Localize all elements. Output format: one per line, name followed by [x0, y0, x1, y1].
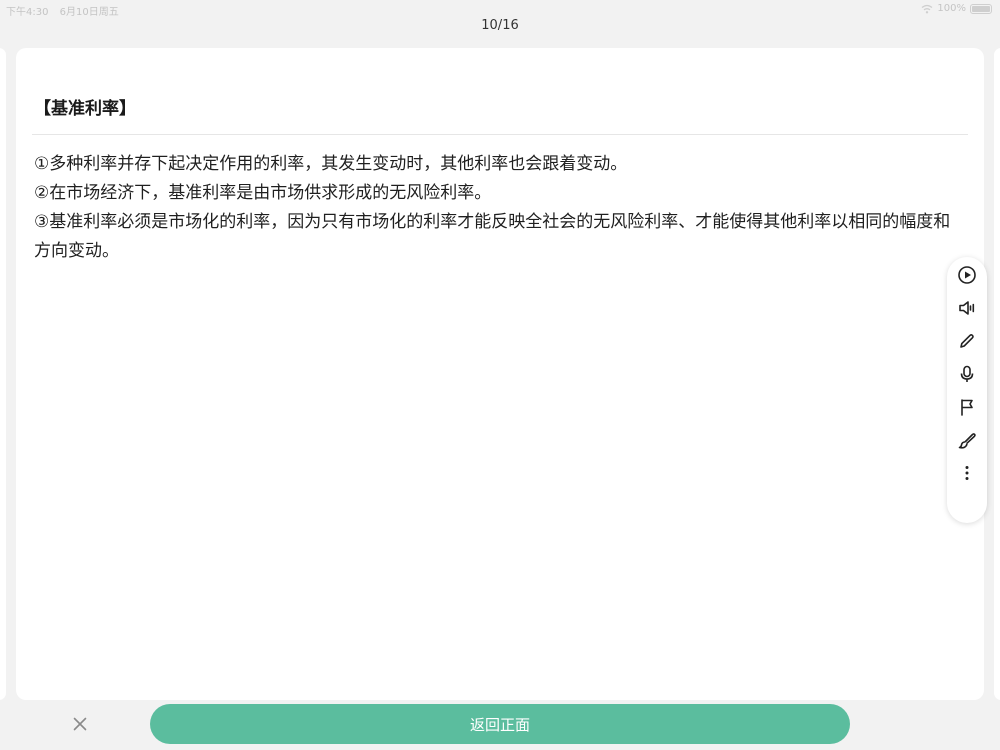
- status-bar: 下午4:30 6月10日周五 100%: [0, 0, 1000, 18]
- previous-card-peek[interactable]: [0, 48, 6, 700]
- status-time: 下午4:30: [6, 7, 49, 18]
- card-title: 【基准利率】: [34, 99, 136, 119]
- battery-fill: [972, 5, 990, 12]
- title-divider: [32, 134, 968, 135]
- speaker-icon[interactable]: [955, 296, 979, 320]
- battery-icon: [970, 3, 992, 14]
- bottom-bar: 返回正面: [0, 700, 1000, 750]
- page-counter: 10/16: [481, 18, 519, 33]
- card-line-3: ③基准利率必须是市场化的利率，因为只有市场化的利率才能反映全社会的无风险利率、才…: [34, 212, 951, 261]
- pencil-icon[interactable]: [955, 329, 979, 353]
- card-line-1: ①多种利率并存下起决定作用的利率，其发生变动时，其他利率也会跟着变动。: [34, 154, 628, 174]
- microphone-icon[interactable]: [955, 362, 979, 386]
- card-body: ①多种利率并存下起决定作用的利率，其发生变动时，其他利率也会跟着变动。 ②在市场…: [34, 150, 958, 266]
- next-card-peek[interactable]: [994, 48, 1000, 700]
- status-right: 100%: [921, 3, 992, 14]
- brush-icon[interactable]: [955, 428, 979, 452]
- more-vertical-icon[interactable]: [955, 461, 979, 485]
- flashcard-back: 【基准利率】 ①多种利率并存下起决定作用的利率，其发生变动时，其他利率也会跟着变…: [16, 48, 984, 700]
- card-line-2: ②在市场经济下，基准利率是由市场供求形成的无风险利率。: [34, 183, 492, 203]
- flag-icon[interactable]: [955, 395, 979, 419]
- status-left: 下午4:30 6月10日周五: [6, 3, 127, 18]
- close-icon[interactable]: [70, 714, 90, 734]
- side-toolbar: [947, 257, 987, 523]
- play-circle-icon[interactable]: [955, 263, 979, 287]
- back-to-front-button[interactable]: 返回正面: [150, 704, 850, 744]
- status-date: 6月10日周五: [59, 7, 119, 18]
- wifi-icon: [922, 4, 933, 13]
- battery-percent: 100%: [937, 3, 966, 14]
